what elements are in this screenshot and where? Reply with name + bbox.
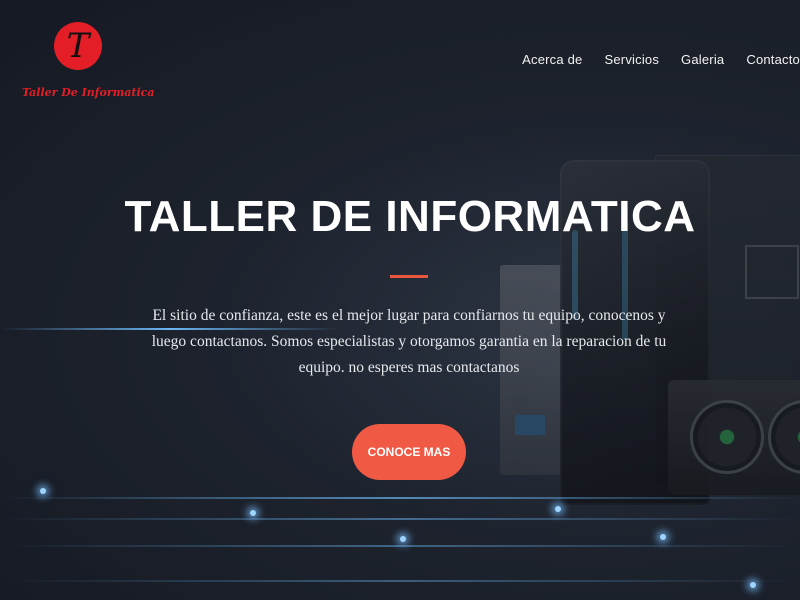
hero-title: TALLER DE INFORMATICA <box>124 192 696 241</box>
nav-item-contacto[interactable]: Contacto <box>746 52 800 67</box>
light-streak <box>0 497 800 499</box>
brand-logo[interactable]: T Taller De Informatica <box>22 22 154 104</box>
logo-text: Taller De Informatica <box>22 86 155 99</box>
hero-section: T Taller De Informatica Acerca de Servic… <box>0 0 800 600</box>
light-dot <box>555 506 561 512</box>
light-streak <box>0 545 800 547</box>
light-dot <box>660 534 666 540</box>
conoce-mas-button[interactable]: CONOCE MAS <box>352 424 466 480</box>
light-dot <box>750 582 756 588</box>
hero-description: El sitio de confianza, este es el mejor … <box>151 307 667 376</box>
light-streak <box>0 518 800 520</box>
title-divider <box>390 275 428 278</box>
nav-item-acerca-de[interactable]: Acerca de <box>522 52 582 67</box>
logo-icon: T <box>54 22 102 70</box>
light-dot <box>400 536 406 542</box>
nav-item-servicios[interactable]: Servicios <box>605 52 660 67</box>
light-dot <box>40 488 46 494</box>
light-dot <box>250 510 256 516</box>
light-streak <box>0 580 800 582</box>
main-nav: Acerca de Servicios Galeria Contacto <box>522 52 800 67</box>
nav-item-galeria[interactable]: Galeria <box>681 52 724 67</box>
